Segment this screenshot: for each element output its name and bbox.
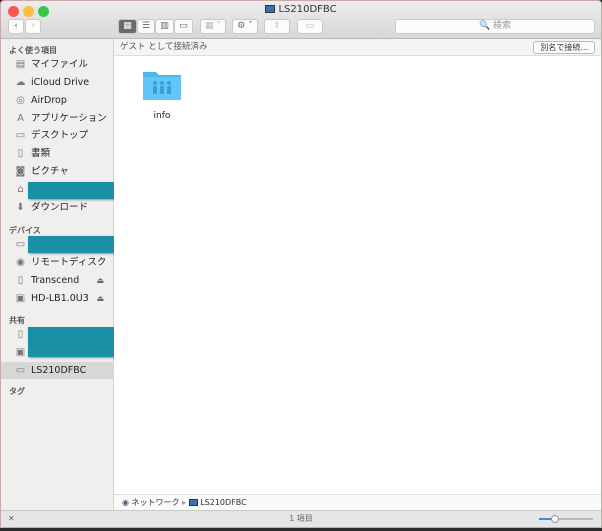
download-icon: ⬇ [16,202,25,213]
connect-as-button[interactable]: 別名で接続... [533,41,595,54]
search-input[interactable]: 🔍 検索 [395,19,595,34]
path-bar: ◉ ネットワーク ▸ LS210DFBC [114,494,601,510]
drive-icon: ▯ [17,275,24,286]
connection-status: ゲスト として接続済み [120,42,208,52]
back-button[interactable]: ‹ [8,19,24,34]
shared-heading: 共有 [9,316,25,325]
label: リモートディスク [31,257,107,268]
path-separator: ▸ [182,498,187,507]
devices-heading: デバイス [9,226,41,235]
sidebar-item-downloads[interactable]: ⬇ ダウンロード [1,199,114,216]
favorites-heading: よく使う項目 [9,46,57,55]
label: ピクチャ [31,166,69,177]
drive-icon: ▣ [15,293,26,304]
window-title: LS210DFBC [1,4,601,15]
path-server[interactable]: LS210DFBC [200,498,247,507]
globe-icon: ◉ [122,498,129,507]
sidebar-item-icloud[interactable]: ☁ iCloud Drive [1,74,114,91]
sidebar-item-applications[interactable]: A アプリケーション [1,110,114,127]
eject-icon[interactable]: ⏏ [96,272,104,289]
icon-size-slider[interactable] [539,515,593,523]
toolbar: LS210DFBC ‹ › ▦ ☰ ▥ ▭ ▦ ˅ ⚙ ˅ ⇪ ▭ 🔍 検索 [1,1,601,39]
home-icon: ⌂ [17,184,24,195]
label: iCloud Drive [31,77,90,88]
monitor-icon: ▭ [15,365,26,376]
label: デスクトップ [31,130,89,141]
label: AirDrop [31,95,67,106]
shared-folder-icon [143,72,181,100]
column-view-button[interactable]: ▥ [155,19,174,34]
tags-heading: タグ [9,387,25,396]
share-button[interactable]: ⇪ [264,19,290,34]
action-gear-button[interactable]: ⚙ ˅ [232,19,258,34]
sidebar-item-hd-lb[interactable]: ▣ HD-LB1.0U3 ⏏ [1,290,114,307]
sidebar: よく使う項目 ▤ マイファイル ☁ iCloud Drive ◎ AirDrop Aア… [1,39,114,510]
finder-window: LS210DFBC ‹ › ▦ ☰ ▥ ▭ ▦ ˅ ⚙ ˅ ⇪ ▭ 🔍 検索 よ… [0,0,602,528]
desktop-icon: ▭ [15,130,26,141]
label: マイファイル [31,59,89,70]
status-bar: ✕ 1 項目 [1,510,601,527]
label: Transcend [31,275,80,286]
redacted-block [28,182,114,199]
monitor-icon [265,5,276,13]
disc-icon: ◉ [16,257,25,268]
coverflow-view-button[interactable]: ▭ [174,19,193,34]
label: ダウンロード [31,202,89,213]
forward-button[interactable]: › [25,19,41,34]
folder-name: info [153,111,171,121]
cloud-icon: ☁ [15,77,26,88]
content-area: ゲスト として接続済み 別名で接続... info ◉ ネットワーク ▸ LS2… [114,39,601,510]
sidebar-item-pictures[interactable]: ◙ ピクチャ [1,163,114,180]
applications-icon: A [17,113,24,124]
sidebar-item-transcend[interactable]: ▯ Transcend ⏏ [1,272,114,289]
redacted-block [28,327,114,357]
phone-icon: ▯ [17,329,24,340]
list-view-button[interactable]: ☰ [137,19,155,34]
label: LS210DFBC [31,365,87,376]
path-network[interactable]: ネットワーク [132,498,180,507]
monitor-icon: ▣ [15,347,26,358]
close-icon[interactable]: ✕ [8,511,15,527]
sidebar-item-all-files[interactable]: ▤ マイファイル [1,56,114,73]
monitor-icon [188,499,198,506]
eject-icon[interactable]: ⏏ [96,290,104,307]
label: アプリケーション [31,113,107,124]
sidebar-item-desktop[interactable]: ▭ デスクトップ [1,127,114,144]
sidebar-item-remote-disc[interactable]: ◉ リモートディスク [1,254,114,271]
all-files-icon: ▤ [15,59,26,70]
redacted-block [28,236,114,253]
tag-button[interactable]: ▭ [297,19,323,34]
sidebar-item-airdrop[interactable]: ◎ AirDrop [1,92,114,109]
sidebar-item-documents[interactable]: ▯ 書類 [1,145,114,162]
camera-icon: ◙ [15,166,26,177]
sidebar-item-ls210dfbc[interactable]: ▭ LS210DFBC [1,362,114,379]
window-title-text: LS210DFBC [278,4,337,15]
slider-knob[interactable] [551,515,560,523]
label: 書類 [31,148,51,159]
label: HD-LB1.0U3 [31,293,89,304]
item-count: 1 項目 [289,514,313,523]
connection-bar: ゲスト として接続済み 別名で接続... [114,39,601,56]
laptop-icon: ▭ [15,239,26,250]
documents-icon: ▯ [17,148,24,159]
arrange-button[interactable]: ▦ ˅ [200,19,226,34]
airdrop-icon: ◎ [16,95,25,106]
icon-view-button[interactable]: ▦ [118,19,137,34]
